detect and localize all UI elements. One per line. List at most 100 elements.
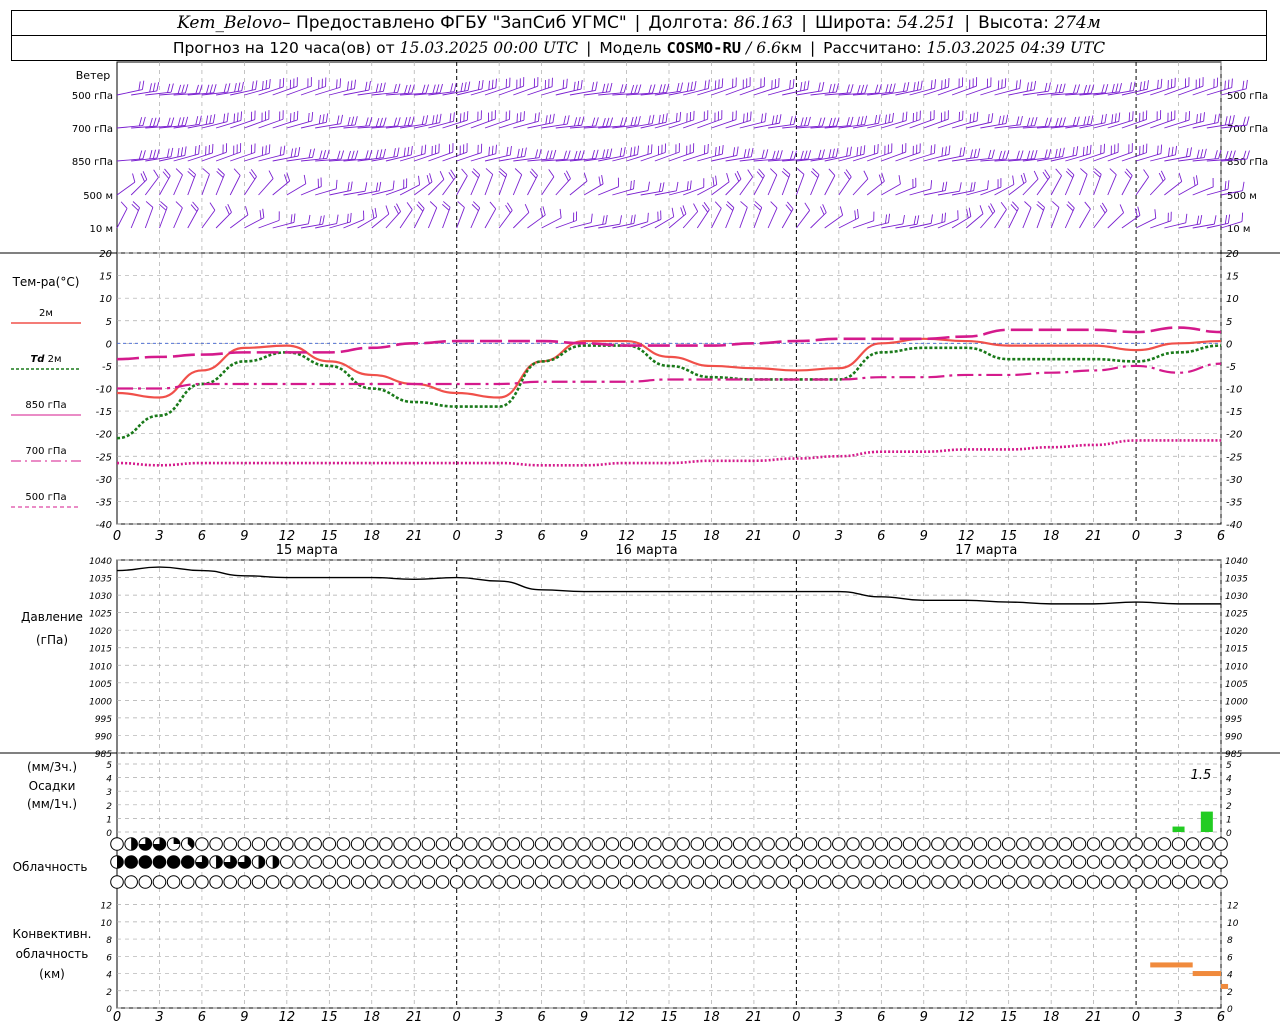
cloud-symbol bbox=[280, 855, 294, 869]
cloud-symbol bbox=[1058, 837, 1073, 851]
conv-tick-right: 2 bbox=[1227, 988, 1233, 998]
cloud-symbol bbox=[449, 855, 464, 869]
temp-tick-left: 20 bbox=[99, 249, 112, 260]
conv-tick-right: 0 bbox=[1227, 1005, 1233, 1015]
cloud-symbol bbox=[180, 837, 195, 851]
time-tick-top: 12 bbox=[958, 529, 975, 544]
wind-barb bbox=[498, 202, 513, 229]
wind-barb bbox=[144, 169, 159, 196]
wind-barb bbox=[866, 172, 885, 196]
cloud-symbol bbox=[1143, 875, 1158, 889]
cloud-symbol bbox=[294, 855, 308, 869]
wind-barb bbox=[1206, 180, 1230, 196]
conv-tick-right: 10 bbox=[1227, 919, 1239, 929]
cloud-symbol bbox=[1171, 875, 1186, 889]
cloud-symbol bbox=[931, 855, 945, 869]
cloud-symbol bbox=[619, 855, 634, 869]
cloud-symbol bbox=[817, 837, 832, 851]
wind-barb bbox=[456, 168, 468, 196]
time-tick-top: 9 bbox=[580, 529, 588, 544]
cloud-symbol bbox=[138, 837, 153, 851]
temp-tick-left: -10 bbox=[96, 385, 112, 396]
cloud-symbol bbox=[832, 837, 846, 851]
time-tick-bottom: 12 bbox=[618, 1010, 635, 1024]
wind-barb bbox=[385, 203, 401, 229]
cloud-symbol bbox=[520, 875, 535, 889]
wind-barb bbox=[781, 201, 794, 229]
wind-barb bbox=[470, 201, 481, 229]
cloud-symbol bbox=[1044, 837, 1058, 851]
wind-barb bbox=[923, 145, 951, 162]
wind-barb bbox=[1192, 149, 1222, 162]
time-tick-bottom: 0 bbox=[113, 1010, 121, 1024]
cloud-symbol bbox=[1100, 837, 1115, 851]
wind-barb bbox=[286, 214, 311, 229]
wind-barb bbox=[1079, 201, 1091, 229]
cloud-symbol bbox=[393, 837, 407, 851]
wind-barb bbox=[583, 174, 604, 196]
wind-barb bbox=[725, 111, 752, 129]
temp-tick-right: -25 bbox=[1226, 452, 1242, 463]
cloud-symbol bbox=[577, 875, 591, 889]
pressure-tick-left: 1015 bbox=[89, 645, 112, 655]
wind-barb bbox=[682, 203, 699, 229]
cloud-symbol bbox=[860, 855, 874, 869]
wind-barb bbox=[1178, 148, 1207, 162]
cloud-symbol bbox=[718, 837, 733, 851]
conv-cloud-bar bbox=[1150, 962, 1193, 968]
time-tick-bottom: 0 bbox=[1132, 1010, 1140, 1024]
wind-barb bbox=[371, 83, 401, 96]
wind-barb bbox=[824, 206, 844, 229]
cloud-symbol bbox=[931, 837, 945, 851]
wind-barb bbox=[272, 147, 301, 162]
wind-barb bbox=[442, 169, 456, 196]
wind-barb bbox=[229, 206, 249, 229]
wind-barb bbox=[1093, 168, 1102, 196]
wind-barb bbox=[1050, 168, 1062, 196]
cloud-symbol bbox=[1016, 855, 1030, 869]
temp-tick-right: -20 bbox=[1226, 430, 1242, 441]
cloud-symbol bbox=[619, 875, 634, 889]
time-tick-top: 21 bbox=[746, 529, 763, 544]
cloud-symbol bbox=[265, 875, 280, 889]
wind-barb bbox=[1178, 112, 1205, 129]
wind-barb bbox=[371, 205, 390, 229]
pressure-tick-right: 1005 bbox=[1225, 680, 1248, 690]
wind-barb bbox=[329, 79, 356, 96]
wind-barb bbox=[598, 83, 627, 96]
wind-barb bbox=[215, 168, 225, 196]
cloud-symbol bbox=[379, 875, 393, 889]
series-line-4 bbox=[116, 439, 1221, 467]
wind-title: Ветер bbox=[76, 69, 110, 82]
wind-barb bbox=[1107, 204, 1125, 229]
wind-barb bbox=[767, 168, 778, 196]
cloud-symbol bbox=[223, 875, 238, 889]
cloud-symbol bbox=[237, 837, 252, 851]
wind-barb bbox=[272, 110, 299, 129]
temp-tick-right: -5 bbox=[1226, 362, 1236, 373]
wind-level-label-right: 10 м bbox=[1227, 224, 1250, 235]
cloud-symbol bbox=[846, 875, 860, 889]
cloud-symbol bbox=[959, 855, 974, 869]
cloud-symbol bbox=[1171, 837, 1186, 851]
time-tick-top: 18 bbox=[363, 529, 380, 544]
wind-barb bbox=[994, 115, 1023, 129]
cloud-symbol bbox=[251, 837, 266, 851]
cloud-symbol bbox=[506, 875, 521, 889]
wind-barb bbox=[159, 201, 168, 229]
wind-barb bbox=[697, 175, 718, 196]
temp-tick-right: -35 bbox=[1226, 497, 1242, 508]
wind-barb bbox=[555, 80, 583, 96]
cloud-symbol bbox=[124, 837, 138, 851]
wind-barb bbox=[116, 173, 136, 196]
cloud-symbol bbox=[732, 837, 747, 851]
cloud-symbol bbox=[166, 875, 181, 889]
wind-barb bbox=[399, 175, 421, 196]
cloud-symbol bbox=[265, 837, 280, 851]
cloud-symbol bbox=[180, 855, 195, 869]
wind-barb bbox=[739, 169, 754, 196]
cloud-symbol bbox=[619, 837, 634, 851]
legend-label: 850 гПа bbox=[25, 400, 66, 411]
wind-barb bbox=[300, 77, 327, 96]
time-tick-top: 6 bbox=[1217, 529, 1225, 544]
